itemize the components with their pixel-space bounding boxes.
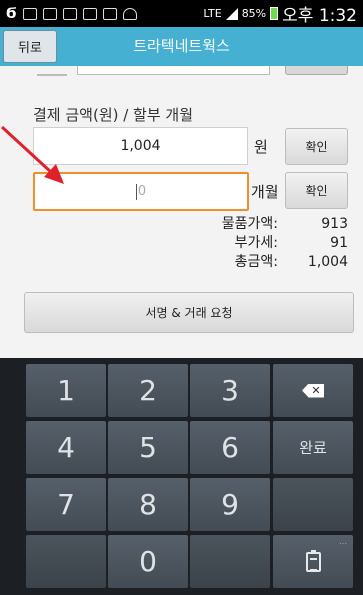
total-value: 1,004 xyxy=(307,254,348,270)
supply-price-value: 913 xyxy=(321,216,348,232)
key-1[interactable]: 1 xyxy=(26,364,106,417)
blank-key xyxy=(273,478,353,531)
key-5[interactable]: 5 xyxy=(108,421,188,474)
status-bar: Ϭ LTE 85% 오후 1:32 xyxy=(0,0,363,27)
message-notification-icon xyxy=(82,7,97,20)
blank-key xyxy=(190,535,270,588)
network-type: LTE xyxy=(203,7,222,20)
key-8[interactable]: 8 xyxy=(108,478,188,531)
supply-price-label: 물품가액: xyxy=(221,216,278,232)
installment-value: 0 xyxy=(137,184,147,199)
text-cursor xyxy=(135,183,137,200)
image-notification-icon xyxy=(62,7,77,20)
key-7[interactable]: 7 xyxy=(26,478,106,531)
scrolled-content-edge xyxy=(37,66,67,76)
vat-value: 91 xyxy=(330,235,348,251)
battery-percent: 85% xyxy=(241,7,267,20)
done-key[interactable]: 완료 xyxy=(273,421,353,474)
notification-icons: Ϭ xyxy=(6,7,137,21)
vat-label: 부가세: xyxy=(234,235,278,251)
clock: 오후 1:32 xyxy=(282,6,357,26)
total-label: 총금액: xyxy=(234,254,278,270)
installment-unit-label: 개월 xyxy=(251,183,279,201)
keyboard-notification-icon xyxy=(22,7,37,20)
key-3[interactable]: 3 xyxy=(190,364,270,417)
payment-section-label: 결제 금액(원) / 할부 개월 xyxy=(33,106,194,124)
key-2[interactable]: 2 xyxy=(108,364,188,417)
title-bar: 트라텍네트웍스 뒤로 xyxy=(0,27,363,66)
summary-labels: 물품가액: 부가세: 총금액: xyxy=(190,215,278,272)
key-6[interactable]: 6 xyxy=(190,421,270,474)
amount-unit-label: 원 xyxy=(254,138,268,156)
battery-icon xyxy=(270,7,279,20)
clipboard-key[interactable]: ⋯ xyxy=(273,535,353,588)
amount-confirm-button[interactable]: 확인 xyxy=(285,128,348,165)
app-notification-icon: Ϭ xyxy=(6,5,17,22)
annotation-arrow-icon xyxy=(0,125,64,184)
mail-notification-icon xyxy=(102,7,117,20)
installment-confirm-button[interactable]: 확인 xyxy=(285,172,348,209)
backspace-icon: ✕ xyxy=(302,383,324,398)
headset-notification-icon xyxy=(122,7,137,20)
scrolled-input-edge xyxy=(77,66,270,75)
summary-values: 913 91 1,004 xyxy=(280,215,348,272)
key-9[interactable]: 9 xyxy=(190,478,270,531)
sign-and-request-button[interactable]: 서명 & 거래 요청 xyxy=(24,292,354,333)
clipboard-icon xyxy=(305,549,321,572)
key-4[interactable]: 4 xyxy=(26,421,106,474)
signal-icon xyxy=(225,7,238,20)
settings-dots-icon: ⋯ xyxy=(339,539,347,548)
card-notification-icon xyxy=(42,7,57,20)
numeric-keyboard: 1 2 3 ✕ 4 5 6 완료 7 8 9 0 ⋯ xyxy=(0,358,363,595)
scrolled-button-edge xyxy=(285,66,348,75)
back-button[interactable]: 뒤로 xyxy=(3,30,57,63)
key-0[interactable]: 0 xyxy=(108,535,188,588)
blank-key xyxy=(26,535,106,588)
backspace-key[interactable]: ✕ xyxy=(273,364,353,417)
